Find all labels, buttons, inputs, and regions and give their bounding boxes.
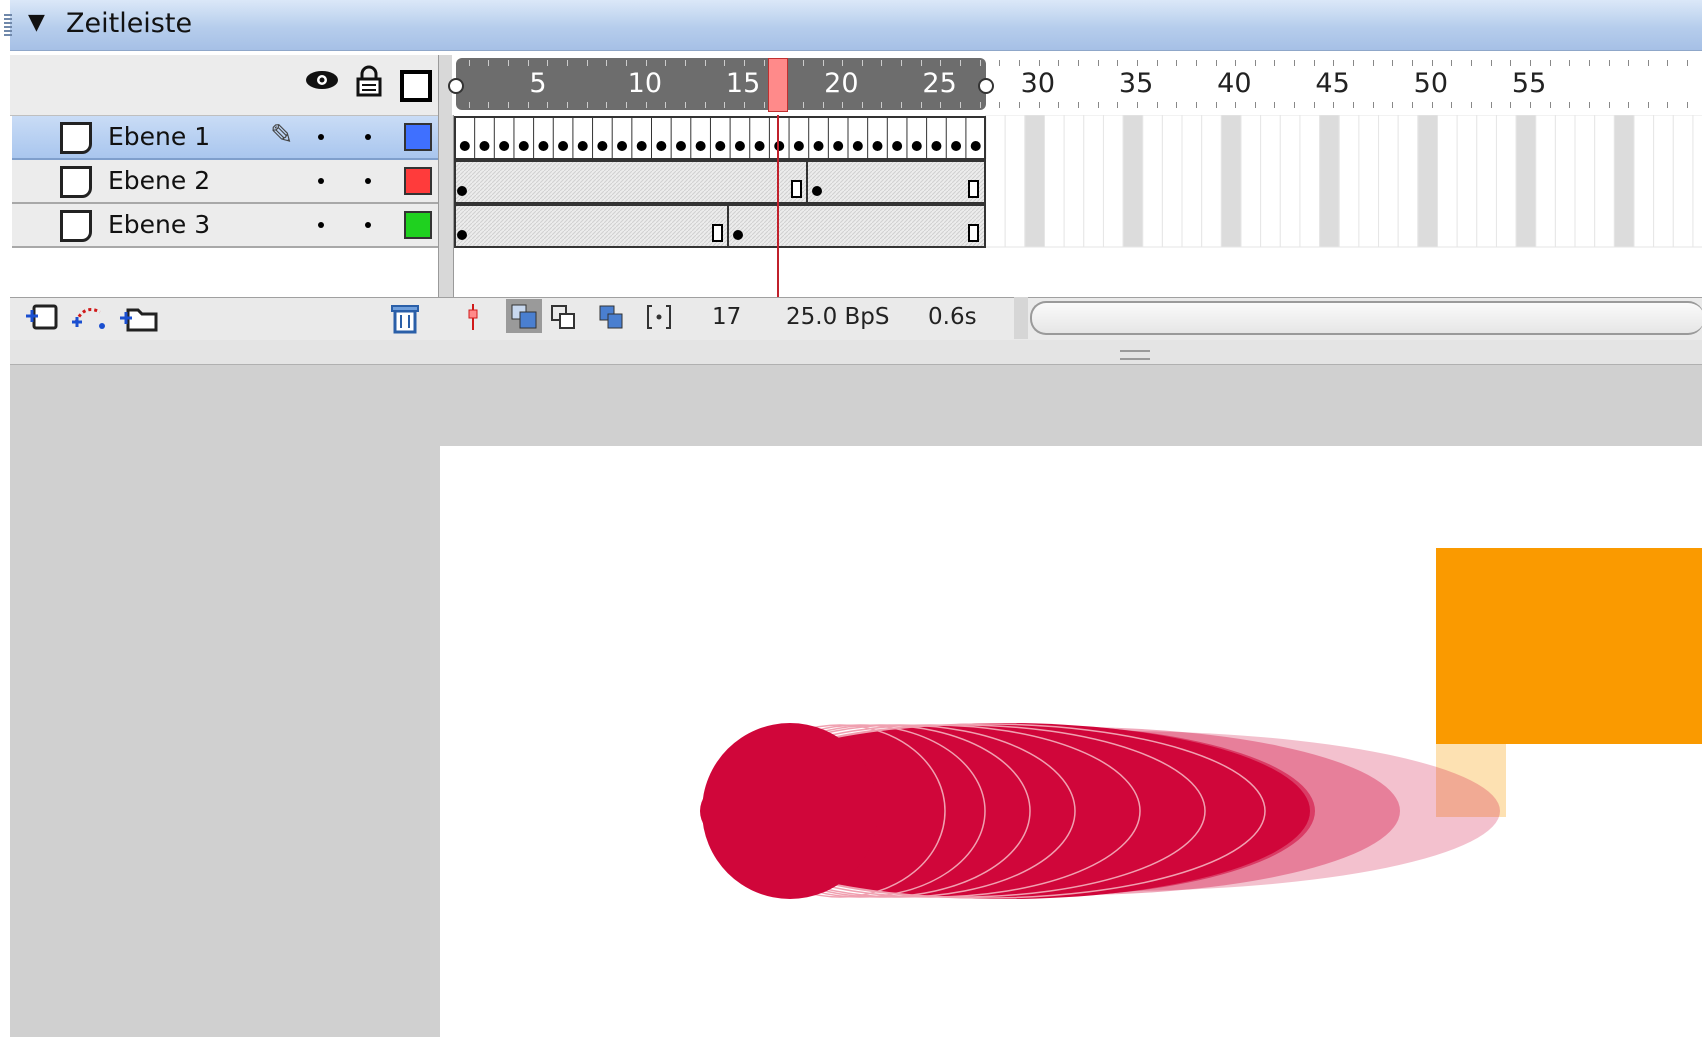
orange-rectangle: [1436, 548, 1702, 744]
red-circle: [702, 723, 878, 899]
stage-artwork[interactable]: [0, 0, 1702, 1037]
